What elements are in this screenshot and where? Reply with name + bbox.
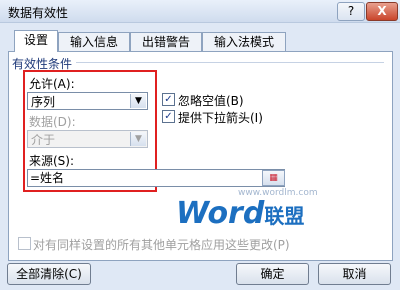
ignore-blank-label: 忽略空值(B) xyxy=(178,94,244,108)
chevron-down-icon: ▼ xyxy=(130,132,146,146)
watermark-url: www.wordlm.com xyxy=(238,188,318,198)
help-button[interactable]: ? xyxy=(337,2,365,21)
apply-all-checkbox xyxy=(18,237,31,250)
watermark-cn: 联盟 xyxy=(264,204,305,228)
ignore-blank-checkbox[interactable]: ✓ xyxy=(162,93,175,106)
dropdown-arrow-label: 提供下拉箭头(I) xyxy=(178,111,263,125)
ok-button[interactable]: 确定 xyxy=(236,263,309,285)
data-label: 数据(D): xyxy=(29,115,76,129)
group-divider xyxy=(76,62,384,63)
source-input[interactable]: =姓名 xyxy=(27,169,285,187)
tab-settings[interactable]: 设置 xyxy=(14,30,58,52)
watermark-word: Word xyxy=(176,196,265,231)
chevron-down-icon[interactable]: ▼ xyxy=(130,94,146,108)
cancel-button[interactable]: 取消 xyxy=(318,263,391,285)
range-picker-icon[interactable]: ▦ xyxy=(262,170,285,186)
tab-error-alert[interactable]: 出错警告 xyxy=(130,32,202,51)
window-title: 数据有效性 xyxy=(8,6,69,20)
data-dropdown: 介于 ▼ xyxy=(27,130,148,148)
watermark: Word联盟 www.wordlm.com xyxy=(176,188,318,231)
dropdown-arrow-checkbox[interactable]: ✓ xyxy=(162,110,175,123)
tab-input-message[interactable]: 输入信息 xyxy=(58,32,130,51)
source-label: 来源(S): xyxy=(29,154,75,168)
close-button[interactable]: X xyxy=(366,2,398,21)
apply-all-label: 对有同样设置的所有其他单元格应用这些更改(P) xyxy=(33,238,290,252)
allow-label: 允许(A): xyxy=(29,77,75,91)
allow-dropdown[interactable]: 序列 ▼ xyxy=(27,92,148,110)
data-value: 介于 xyxy=(31,133,56,147)
title-bar: 数据有效性 ? X xyxy=(0,0,400,23)
clear-all-button[interactable]: 全部清除(C) xyxy=(7,263,91,285)
allow-value: 序列 xyxy=(31,95,56,109)
tab-ime-mode[interactable]: 输入法模式 xyxy=(202,32,286,51)
